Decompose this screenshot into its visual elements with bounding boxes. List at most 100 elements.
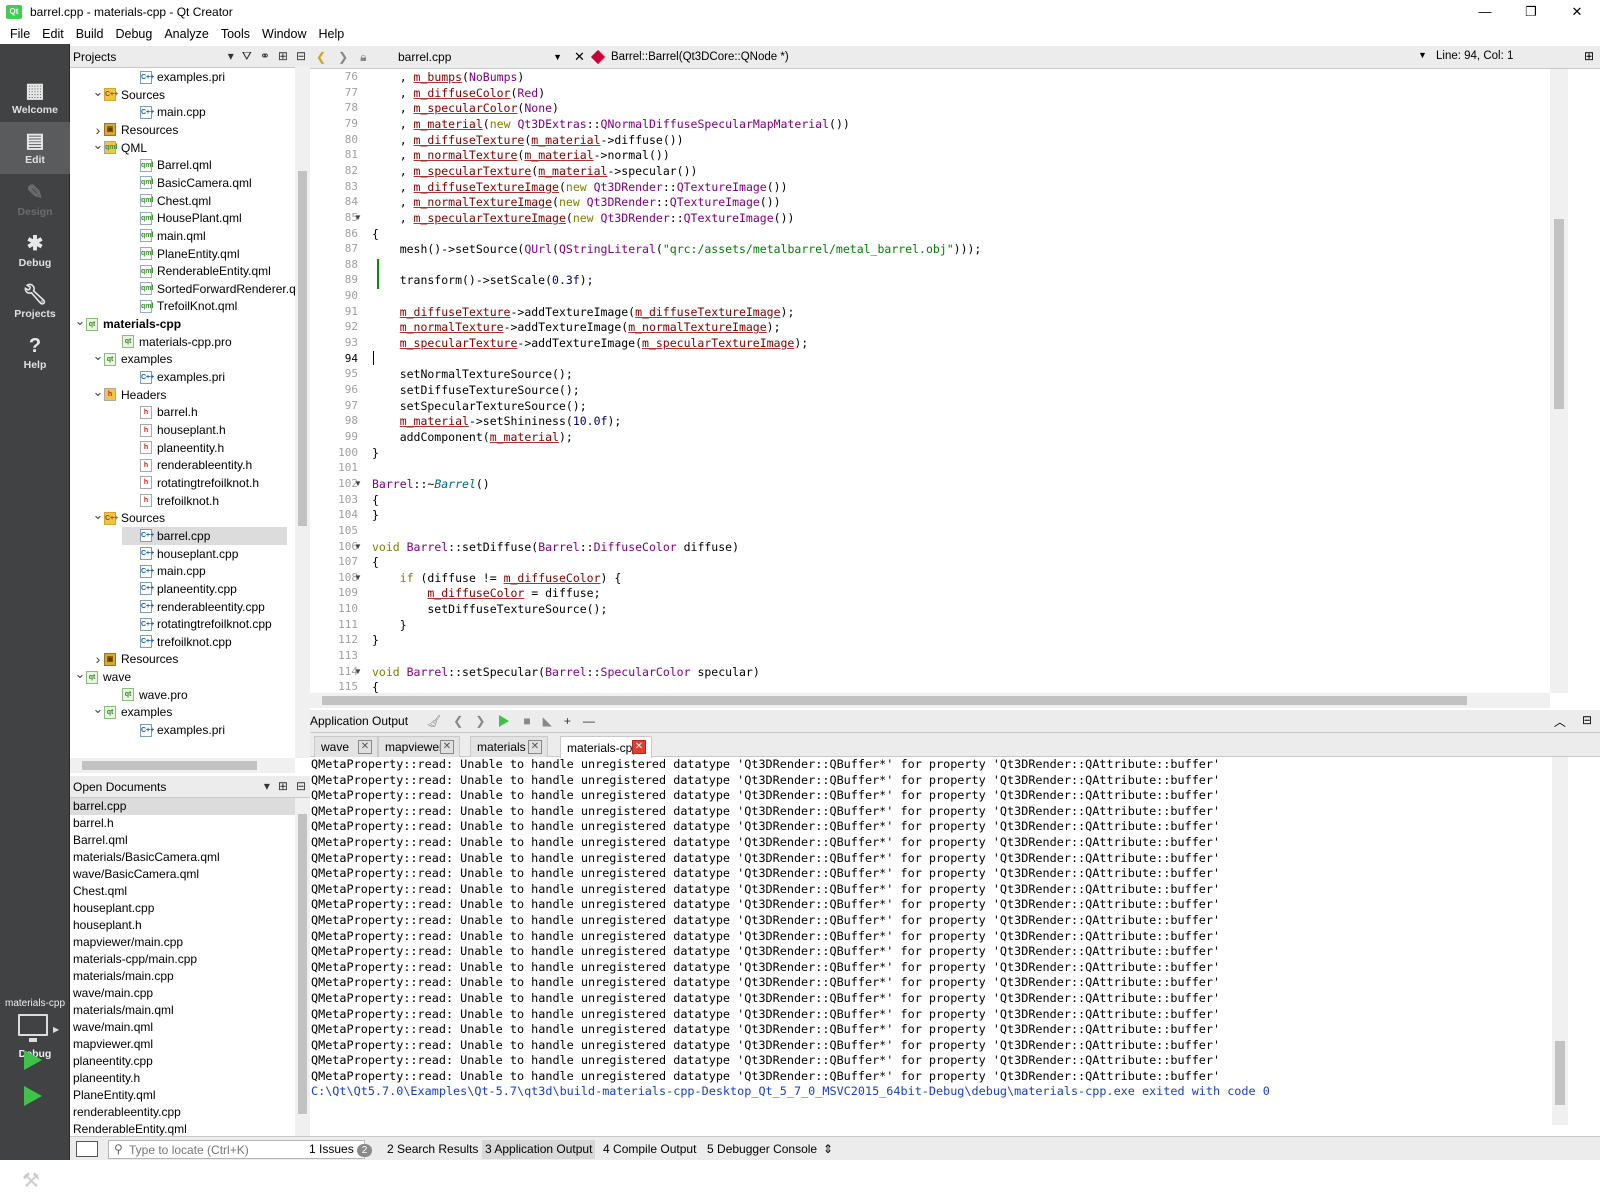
- zoom-out-icon[interactable]: —: [583, 714, 595, 728]
- combo-arrow-icon[interactable]: ▾: [228, 49, 234, 64]
- zoom-in-icon[interactable]: +: [564, 714, 571, 728]
- project-tree-hscrollbar[interactable]: [70, 758, 295, 773]
- stop-icon[interactable]: ■: [523, 714, 530, 728]
- close-tab-icon[interactable]: ✕: [440, 740, 454, 754]
- line-number-gutter[interactable]: 76 77 78 79 80 81 82 83 84 85 ▼ 86 87 88 89 90 91 92 93 94 9…: [310, 69, 368, 693]
- tree-item[interactable]: h renderableentity.h: [128, 456, 252, 474]
- tree-item[interactable]: h planeentity.h: [128, 439, 224, 457]
- close-panel-icon[interactable]: ⊟: [296, 779, 306, 793]
- mode-design[interactable]: ✎ Design: [0, 174, 70, 226]
- open-document-item[interactable]: planeentity.h: [70, 1070, 295, 1087]
- menu-file[interactable]: File: [4, 27, 36, 41]
- open-document-item[interactable]: houseplant.cpp: [70, 900, 295, 917]
- menu-debug[interactable]: Debug: [110, 27, 159, 41]
- open-document-item[interactable]: PlaneEntity.qml: [70, 1087, 295, 1104]
- mode-projects[interactable]: 🔧︎ Projects: [0, 276, 70, 328]
- tree-item[interactable]: qml RenderableEntity.qml: [128, 262, 271, 280]
- close-tab-icon[interactable]: ✕: [632, 740, 646, 754]
- fold-marker-icon[interactable]: ▼: [354, 213, 362, 222]
- tree-item[interactable]: ⌄ C++ Sources: [92, 84, 165, 104]
- open-document-item[interactable]: materials/BasicCamera.qml: [70, 849, 295, 866]
- monitor-icon[interactable]: [18, 1014, 48, 1042]
- clean-icon[interactable]: 🧹︎: [426, 714, 441, 728]
- tree-item[interactable]: qml TrefoilKnot.qml: [128, 297, 237, 315]
- open-document-item[interactable]: planeentity.cpp: [70, 1053, 295, 1070]
- open-documents-combo[interactable]: Open Documents: [73, 780, 166, 794]
- output-pane-tab-application-output[interactable]: 3 Application Output: [482, 1140, 596, 1159]
- output-tab[interactable]: materials ✕: [470, 736, 548, 757]
- code-editor[interactable]: , m_bumps(NoBumps) , m_diffuseColor(Red)…: [370, 69, 1550, 693]
- tree-item[interactable]: C++ examples.pri: [128, 68, 225, 86]
- close-pane-icon[interactable]: ⊟: [1582, 713, 1592, 730]
- open-document-item[interactable]: barrel.h: [70, 815, 295, 832]
- output-pane-tab-debugger-console[interactable]: 5 Debugger Console: [704, 1140, 820, 1159]
- editor-hscrollbar[interactable]: [310, 693, 1550, 708]
- open-documents-scrollbar[interactable]: [295, 798, 310, 1136]
- output-tab[interactable]: materials-cpp ✕: [560, 736, 652, 758]
- tree-item[interactable]: C++ houseplant.cpp: [128, 545, 238, 563]
- tree-item[interactable]: C++ main.cpp: [128, 103, 206, 121]
- projects-combo[interactable]: Projects: [73, 50, 116, 64]
- fold-marker-icon[interactable]: ▼: [354, 573, 362, 582]
- open-document-item[interactable]: mapviewer/main.cpp: [70, 934, 295, 951]
- chevron-down-icon[interactable]: ⌄: [92, 137, 104, 153]
- fold-marker-icon[interactable]: ▼: [354, 479, 362, 488]
- tree-item[interactable]: C++ planeentity.cpp: [128, 580, 237, 598]
- menu-tools[interactable]: Tools: [215, 27, 256, 41]
- tree-item[interactable]: ⌄ qt examples: [92, 348, 173, 368]
- tree-item[interactable]: ⌄ qt examples: [92, 701, 173, 721]
- chevron-down-icon[interactable]: ⌄: [74, 313, 86, 329]
- output-pane-tab-search-results[interactable]: 2 Search Results: [384, 1140, 481, 1159]
- open-document-item[interactable]: materials/main.qml: [70, 1002, 295, 1019]
- toggle-sidebar-icon[interactable]: [76, 1140, 98, 1157]
- mode-welcome[interactable]: ▦ Welcome: [0, 72, 70, 124]
- hammer-icon[interactable]: ⚒: [22, 1168, 40, 1193]
- open-document-item[interactable]: renderableentity.cpp: [70, 1104, 295, 1121]
- open-document-item[interactable]: wave/BasicCamera.qml: [70, 866, 295, 883]
- run-button[interactable]: [24, 1050, 42, 1070]
- symbol-selector[interactable]: Barrel::Barrel(Qt3DCore::QNode *): [590, 46, 789, 68]
- close-button[interactable]: ✕: [1554, 0, 1600, 23]
- attach-icon[interactable]: ◣: [543, 714, 552, 728]
- tree-item[interactable]: qml main.qml: [128, 227, 206, 245]
- open-document-item[interactable]: wave/main.qml: [70, 1019, 295, 1036]
- open-document-item[interactable]: RenderableEntity.qml: [70, 1121, 295, 1136]
- tree-item[interactable]: h houseplant.h: [128, 421, 226, 439]
- combo-arrow-icon[interactable]: ▾: [264, 779, 270, 793]
- tree-item[interactable]: ⌄ C++ Sources: [92, 507, 165, 527]
- tree-item[interactable]: C++ barrel.cpp: [122, 526, 287, 545]
- chevron-down-icon[interactable]: ▼: [1418, 50, 1427, 60]
- output-pane-tab-issues[interactable]: 1 Issues 2: [306, 1140, 375, 1159]
- split-icon[interactable]: ⊞: [278, 779, 288, 793]
- output-tab[interactable]: mapviewer ✕: [378, 736, 460, 757]
- forward-icon[interactable]: ❯: [332, 50, 354, 64]
- menu-analyze[interactable]: Analyze: [158, 27, 214, 41]
- tree-item[interactable]: C++ trefoilknot.cpp: [128, 633, 232, 651]
- close-tab-icon[interactable]: ✕: [528, 740, 542, 754]
- tree-item[interactable]: ⌄ qt wave: [74, 666, 131, 686]
- close-panel-icon[interactable]: ⊟: [296, 49, 306, 64]
- open-document-item[interactable]: houseplant.h: [70, 917, 295, 934]
- tree-item[interactable]: qt materials-cpp.pro: [110, 333, 232, 351]
- editor-scrollbar[interactable]: [1550, 69, 1568, 693]
- chevron-down-icon[interactable]: ⌄: [74, 666, 86, 682]
- tree-item[interactable]: qml Chest.qml: [128, 192, 211, 210]
- maximize-pane-icon[interactable]: ︿: [1554, 713, 1566, 730]
- tree-item[interactable]: C++ examples.pri: [128, 721, 225, 739]
- chevron-down-icon[interactable]: ⌄: [92, 507, 104, 523]
- debug-run-button[interactable]: [24, 1086, 42, 1106]
- chevron-right-icon[interactable]: ›: [92, 122, 104, 138]
- menu-build[interactable]: Build: [70, 27, 110, 41]
- open-document-item[interactable]: barrel.cpp: [70, 798, 295, 815]
- open-document-item[interactable]: mapviewer.qml: [70, 1036, 295, 1053]
- fold-marker-icon[interactable]: ▼: [354, 667, 362, 676]
- maximize-button[interactable]: ❐: [1508, 0, 1554, 23]
- chevron-down-icon[interactable]: ⌄: [92, 384, 104, 400]
- chevron-down-icon[interactable]: ⌄: [92, 84, 104, 100]
- tree-item[interactable]: qml BasicCamera.qml: [128, 174, 252, 192]
- output-tab[interactable]: wave ✕: [314, 736, 378, 757]
- tree-item[interactable]: qt wave.pro: [110, 686, 188, 704]
- tree-item[interactable]: qml Barrel.qml: [128, 156, 212, 174]
- open-document-item[interactable]: materials/main.cpp: [70, 968, 295, 985]
- output-pane-tab-compile-output[interactable]: 4 Compile Output: [600, 1140, 699, 1159]
